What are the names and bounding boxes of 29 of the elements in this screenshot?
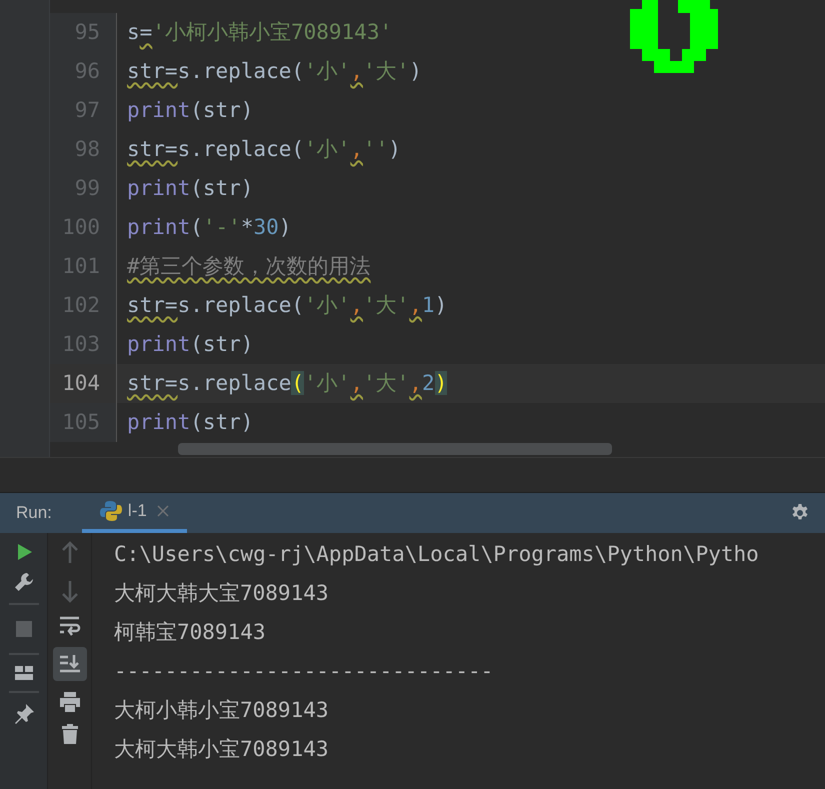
wrench-icon[interactable] (12, 571, 34, 593)
console-line: ------------------------------ (114, 658, 494, 685)
code-line: print(str) (127, 330, 254, 358)
code-line: print(str) (127, 408, 254, 436)
code-line: str=s.replace('小','') (127, 136, 401, 163)
trash-icon[interactable] (60, 723, 78, 745)
pin-icon[interactable] (12, 703, 34, 725)
python-icon (100, 500, 122, 522)
scroll-to-end-icon (58, 654, 80, 674)
code-line: print(str) (127, 174, 254, 202)
console-line: 大柯小韩小宝7089143 (114, 697, 330, 724)
scroll-to-end-button[interactable] (52, 647, 86, 681)
console-line: 大柯大韩小宝7089143 (114, 736, 330, 763)
soft-wrap-icon[interactable] (58, 615, 80, 637)
code-line: str=s.replace('小','大',2) (127, 370, 448, 397)
line-number: 104 (61, 370, 100, 397)
code-line: s='小柯小韩小宝7089143' (127, 18, 392, 46)
console-line: 大柯大韩大宝7089143 (114, 580, 330, 607)
console-line: C:\Users\cwg-rj\AppData\Local\Programs\Python\Pytho (114, 541, 759, 568)
horizontal-scrollbar[interactable] (178, 443, 612, 455)
code-line: print('-'*30) (127, 214, 292, 241)
run-label: Run: (16, 502, 52, 524)
code-line: #第三个参数，次数的用法 (127, 252, 371, 280)
print-icon[interactable] (58, 691, 80, 713)
console-line: 柯韩宝7089143 (114, 619, 267, 646)
code-line: print(str) (127, 96, 254, 124)
code-line: str=s.replace('小','大',1) (127, 292, 448, 319)
layout-icon[interactable] (14, 665, 34, 681)
code-line: str=s.replace('小','大') (127, 58, 422, 85)
